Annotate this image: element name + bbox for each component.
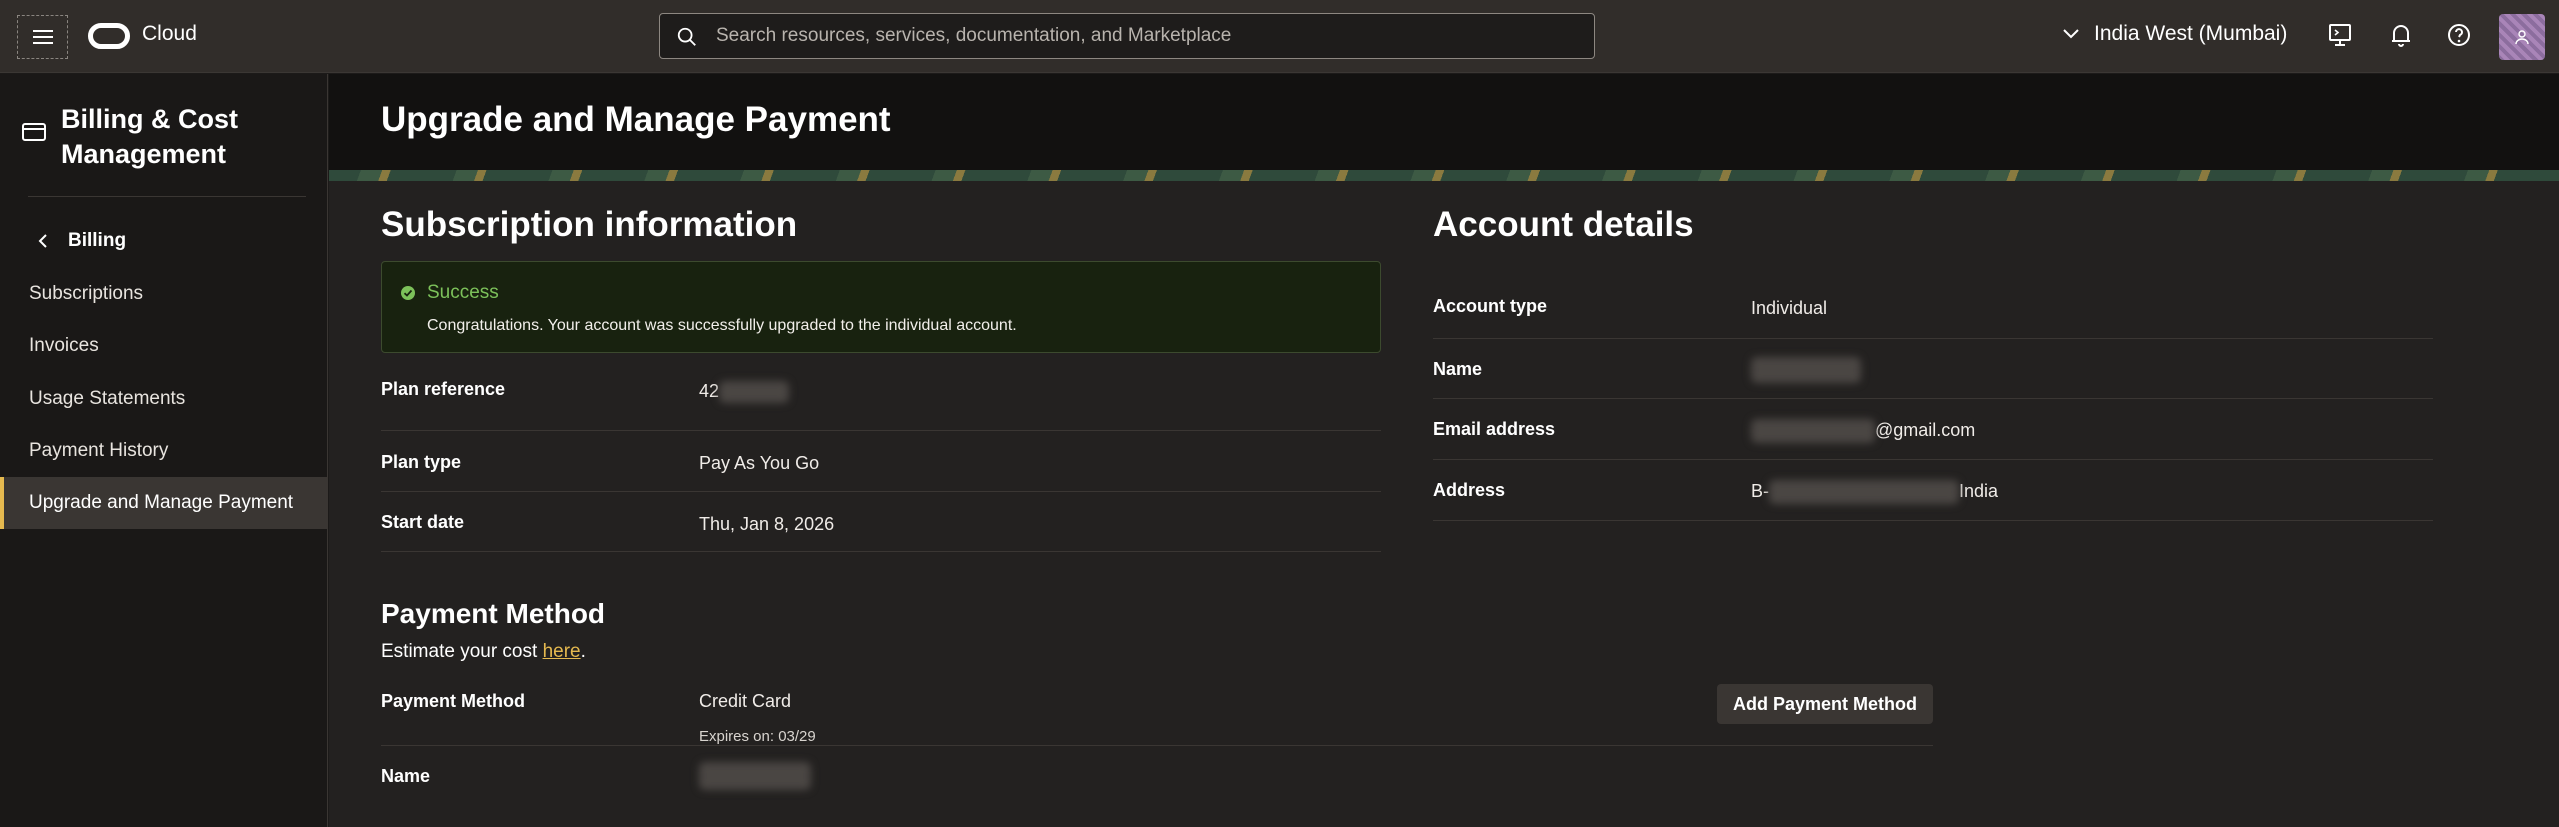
estimate-suffix: . <box>580 641 586 662</box>
account-type-value: Individual <box>1751 298 1828 318</box>
sidebar-back-label: Billing <box>68 230 127 251</box>
check-circle-icon <box>401 286 415 300</box>
menu-button[interactable] <box>17 15 68 59</box>
sidebar-back-billing[interactable]: Billing <box>38 230 126 252</box>
sidebar-divider <box>28 196 306 197</box>
payment-name-label: Name <box>381 766 431 786</box>
sidebar-item-label: Upgrade and Manage Payment <box>29 492 294 513</box>
plan-type-row: Plan type Pay As You Go <box>381 431 1381 492</box>
search-input[interactable] <box>716 14 1576 58</box>
payment-section-title: Payment Method <box>381 598 606 629</box>
sidebar-item-subscriptions[interactable]: Subscriptions <box>0 268 328 320</box>
address-prefix: B- <box>1751 480 1769 501</box>
plan-type-value: Pay As You Go <box>699 453 820 473</box>
user-icon <box>2515 30 2529 45</box>
success-title: Success <box>427 282 499 303</box>
redacted-block <box>699 762 811 790</box>
account-type-label: Account type <box>1433 296 1548 316</box>
address-label: Address <box>1433 480 1506 500</box>
redacted-block <box>1751 419 1875 443</box>
bell-icon[interactable] <box>2388 22 2414 48</box>
account-type-row: Account type Individual <box>1433 271 2433 339</box>
account-name-value <box>1751 357 1861 383</box>
brand-name[interactable]: Cloud <box>142 22 197 46</box>
sidebar-item-label: Subscriptions <box>29 283 144 304</box>
plan-reference-label: Plan reference <box>381 379 506 399</box>
sidebar-item-invoices[interactable]: Invoices <box>0 320 328 372</box>
email-address-text: @gmail.com <box>1875 419 1976 440</box>
redacted-block <box>719 381 790 404</box>
payment-method-label: Payment Method <box>381 691 526 711</box>
hamburger-icon <box>32 30 53 44</box>
sidebar-item-upgrade-and-manage-payment[interactable]: Upgrade and Manage Payment <box>0 477 328 529</box>
page-title: Upgrade and Manage Payment <box>381 100 891 139</box>
start-date-label: Start date <box>381 512 465 532</box>
top-bar: Cloud India West (Mumbai) <box>0 0 2559 73</box>
sidebar-item-payment-history[interactable]: Payment History <box>0 425 328 477</box>
oracle-logo-icon[interactable] <box>88 23 130 49</box>
avatar[interactable] <box>2499 14 2545 60</box>
success-message: Congratulations. Your account was succes… <box>427 317 1017 334</box>
chevron-left-icon <box>38 234 47 248</box>
email-address-label: Email address <box>1433 419 1556 439</box>
credit-card-icon <box>22 123 46 141</box>
address-suffix: India <box>1959 480 1999 501</box>
plan-reference-value: 42 <box>699 381 790 404</box>
payment-name-value <box>699 762 811 790</box>
email-address-row: Email address @gmail.com <box>1433 399 2433 460</box>
plan-reference-text: 42 <box>699 381 720 401</box>
add-payment-method-button[interactable]: Add Payment Method <box>1717 684 1933 724</box>
estimate-prefix: Estimate your cost <box>381 641 543 662</box>
region-selector[interactable]: India West (Mumbai) <box>2062 22 2287 46</box>
help-icon[interactable] <box>2446 22 2472 48</box>
payment-name-row: Name <box>381 746 1933 806</box>
sidebar-item-label: Usage Statements <box>29 388 186 409</box>
redacted-block <box>1751 357 1861 383</box>
card-expiry: Expires on: 03/29 <box>699 728 816 745</box>
start-date-row: Start date Thu, Jan 8, 2026 <box>381 492 1381 552</box>
decorative-banner <box>329 170 2559 181</box>
sidebar-title: Billing & Cost Management <box>61 104 238 169</box>
address-row: Address B- India <box>1433 460 2433 521</box>
subscription-section-title: Subscription information <box>381 205 798 244</box>
chevron-down-icon <box>2063 29 2079 39</box>
payment-method-value: Credit Card <box>699 691 792 711</box>
start-date-value: Thu, Jan 8, 2026 <box>699 514 835 534</box>
success-alert: Success Congratulations. Your account wa… <box>381 261 1381 353</box>
search-bar[interactable] <box>659 13 1595 59</box>
main-content: Subscription information Success Congrat… <box>329 181 2559 827</box>
address-value: B- India <box>1751 480 1998 504</box>
plan-reference-row: Plan reference 42 <box>381 371 1381 431</box>
redacted-block <box>1769 480 1959 504</box>
search-icon <box>677 27 696 46</box>
email-address-value: @gmail.com <box>1751 419 1975 443</box>
payment-method-row: Payment Method Credit Card <box>381 676 1933 746</box>
sidebar-item-label: Payment History <box>29 440 169 461</box>
page-header: Upgrade and Manage Payment <box>329 74 2559 170</box>
estimate-here-link[interactable]: here <box>543 641 581 662</box>
estimate-text: Estimate your cost here. <box>381 641 586 663</box>
plan-type-label: Plan type <box>381 452 462 472</box>
cloud-shell-icon[interactable] <box>2327 22 2353 48</box>
sidebar-item-label: Invoices <box>29 335 99 356</box>
sidebar-item-usage-statements[interactable]: Usage Statements <box>0 373 328 425</box>
account-section-title: Account details <box>1433 205 1694 244</box>
sidebar: Billing & Cost Management Billing Subscr… <box>0 74 328 827</box>
region-label: India West (Mumbai) <box>2094 22 2288 45</box>
account-name-label: Name <box>1433 359 1483 379</box>
account-name-row: Name <box>1433 339 2433 399</box>
